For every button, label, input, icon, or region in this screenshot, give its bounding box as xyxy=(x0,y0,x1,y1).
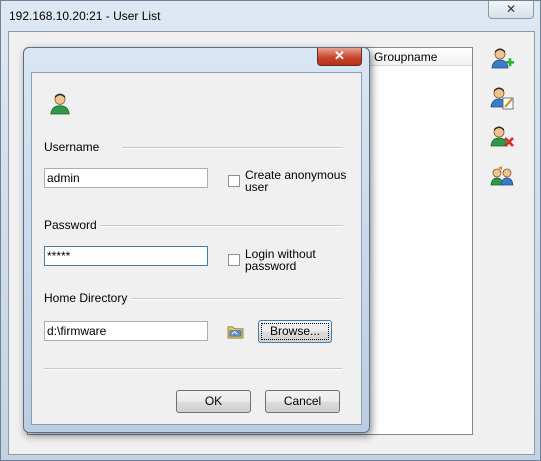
password-separator xyxy=(96,225,343,227)
window-close-button[interactable]: ✕ xyxy=(488,1,534,19)
home-directory-separator xyxy=(128,298,343,300)
side-toolbar xyxy=(489,46,517,202)
delete-user-icon[interactable] xyxy=(489,124,515,150)
column-header-groupname[interactable]: Groupname xyxy=(367,50,437,64)
create-anonymous-checkbox[interactable] xyxy=(228,175,240,187)
home-directory-label: Home Directory xyxy=(44,291,132,305)
users-group-icon[interactable] xyxy=(489,163,515,189)
login-without-password-label: Login without password xyxy=(245,247,316,273)
cancel-button[interactable]: Cancel xyxy=(265,390,340,413)
ok-button[interactable]: OK xyxy=(176,390,251,413)
dialog-client-area: Username admin Create anonymous user Pas… xyxy=(31,72,362,425)
username-label: Username xyxy=(44,140,104,154)
create-anonymous-label: Create anonymous user xyxy=(245,168,347,194)
user-icon xyxy=(50,93,70,115)
window-title: 192.168.10.20:21 - User List xyxy=(9,9,161,23)
edit-user-icon[interactable] xyxy=(489,85,515,111)
add-user-icon[interactable] xyxy=(489,46,515,72)
browse-button[interactable]: Browse... xyxy=(258,320,332,343)
password-label: Password xyxy=(44,218,101,232)
password-field[interactable]: ***** xyxy=(44,246,208,266)
username-separator xyxy=(122,147,343,149)
login-without-password-checkbox[interactable] xyxy=(228,254,240,266)
username-field[interactable]: admin xyxy=(44,168,208,188)
user-edit-dialog: ✕ Username admin Create anonymous user P… xyxy=(23,47,370,433)
bottom-separator xyxy=(44,368,343,370)
folder-icon[interactable] xyxy=(227,324,244,339)
home-directory-field[interactable]: d:\firmware xyxy=(44,321,208,341)
dialog-close-button[interactable]: ✕ xyxy=(317,48,362,66)
